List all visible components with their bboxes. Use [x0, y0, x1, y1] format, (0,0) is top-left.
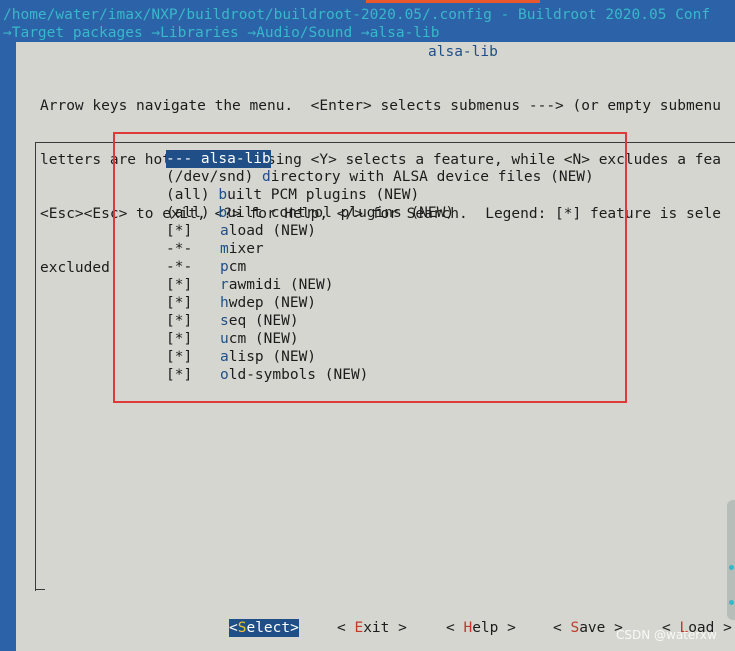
button-hotkey: H	[463, 620, 473, 636]
breadcrumb: →Target packages →Libraries →Audio/Sound…	[3, 25, 440, 41]
window-accent-bar	[366, 0, 540, 3]
dialog-title: alsa-lib	[428, 44, 498, 60]
side-panel-dot	[729, 600, 734, 605]
watermark: CSDN @waterxw	[616, 628, 717, 642]
button-hotkey: S	[237, 620, 247, 636]
save-button[interactable]: < Save >	[553, 619, 623, 637]
config-path-title: /home/water/imax/NXP/buildroot/buildroot…	[3, 7, 711, 23]
help-line: Arrow keys navigate the menu. <Enter> se…	[40, 98, 721, 114]
button-hotkey: S	[570, 620, 580, 636]
annotation-highlight-box	[113, 132, 627, 403]
select-button[interactable]: <Select>	[229, 619, 299, 637]
help-button[interactable]: < Help >	[446, 619, 516, 637]
side-panel-dot	[729, 565, 734, 570]
exit-button[interactable]: < Exit >	[337, 619, 407, 637]
button-hotkey: E	[354, 620, 364, 636]
menu-frame-bottom	[35, 589, 45, 590]
